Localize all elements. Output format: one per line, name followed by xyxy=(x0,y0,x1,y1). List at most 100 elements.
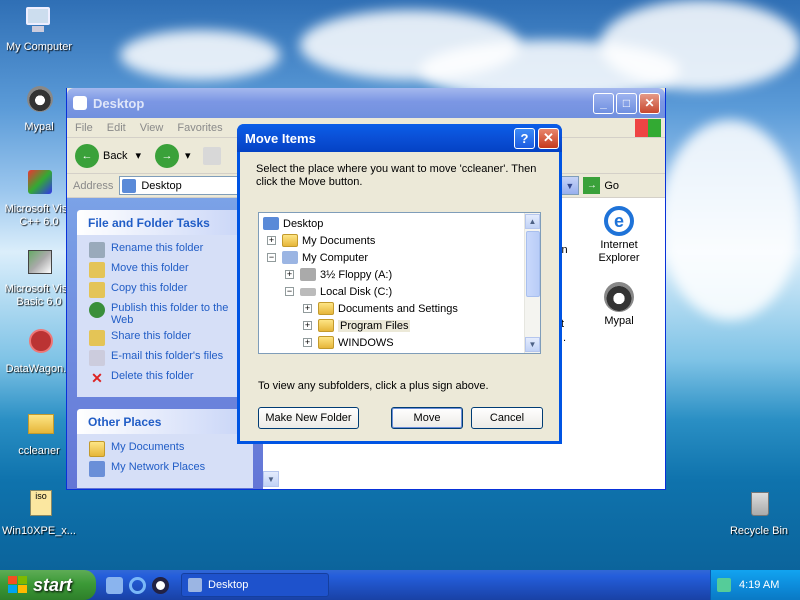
desktop-icon-label: Recycle Bin xyxy=(729,525,789,537)
menu-edit[interactable]: Edit xyxy=(107,122,126,134)
forward-dropdown-icon[interactable]: ▾ xyxy=(185,149,191,162)
show-desktop-icon[interactable] xyxy=(106,576,123,594)
taskbar-task-desktop[interactable]: Desktop xyxy=(181,573,329,597)
tree-item-label: Desktop xyxy=(283,217,324,230)
make-new-folder-button[interactable]: Make New Folder xyxy=(258,407,359,429)
back-dropdown-icon[interactable]: ▾ xyxy=(135,149,141,162)
task-delete[interactable]: ✕ Delete this folder xyxy=(89,370,247,386)
collapse-minus-icon[interactable]: − xyxy=(285,287,294,296)
folder-icon xyxy=(188,578,202,592)
dialog-close-button[interactable]: ✕ xyxy=(538,127,559,149)
address-value: Desktop xyxy=(141,179,182,192)
expand-plus-icon[interactable]: + xyxy=(303,321,312,330)
copy-icon xyxy=(89,282,105,298)
place-my-documents[interactable]: My Documents xyxy=(89,441,247,457)
computer-icon xyxy=(282,251,298,264)
move-button[interactable]: Move xyxy=(391,407,463,429)
desktop-icon-recycle-bin[interactable]: Recycle Bin xyxy=(720,488,798,538)
rename-icon xyxy=(89,242,105,258)
media-player-icon[interactable] xyxy=(152,576,169,594)
desktop-icon-win10xpe[interactable]: iso Win10XPE_x... xyxy=(0,488,78,538)
go-arrow-icon[interactable]: → xyxy=(583,177,601,194)
content-item-mypal[interactable]: Mypal xyxy=(589,282,649,327)
visual-cpp-icon xyxy=(22,166,56,200)
desktop-icon-label: Win10XPE_x... xyxy=(2,525,76,537)
task-email[interactable]: E-mail this folder's files xyxy=(89,350,247,366)
desktop-icon xyxy=(122,178,137,193)
expand-plus-icon[interactable]: + xyxy=(285,270,294,279)
tree-item-my-computer[interactable]: − My Computer xyxy=(267,249,368,266)
maximize-button[interactable]: □ xyxy=(616,92,637,114)
tree-item-desktop[interactable]: Desktop xyxy=(263,215,323,232)
back-label[interactable]: Back xyxy=(103,150,127,162)
menu-view[interactable]: View xyxy=(140,122,164,134)
help-button[interactable]: ? xyxy=(514,127,535,149)
tree-item-my-documents[interactable]: + My Documents xyxy=(267,232,375,249)
tree-item-label: Documents and Settings xyxy=(338,302,458,315)
forward-arrow-icon[interactable]: → xyxy=(155,143,179,168)
expand-plus-icon[interactable]: + xyxy=(267,236,276,245)
scroll-down-icon[interactable]: ▼ xyxy=(525,337,540,352)
tree-scrollbar[interactable]: ▲ ▼ xyxy=(524,213,540,353)
start-label: start xyxy=(33,574,73,595)
dialog-titlebar[interactable]: Move Items ? ✕ xyxy=(237,124,562,152)
tree-item-program-files[interactable]: + Program Files xyxy=(303,317,411,334)
collapse-minus-icon[interactable]: − xyxy=(267,253,276,262)
menu-favorites[interactable]: Favorites xyxy=(177,122,222,134)
task-label: Delete this folder xyxy=(111,370,194,382)
tree-item-label: My Documents xyxy=(302,234,376,247)
up-folder-icon[interactable] xyxy=(202,146,221,165)
content-scrollbar-bottom[interactable]: ▼ xyxy=(263,471,279,487)
task-publish[interactable]: Publish this folder to the Web xyxy=(89,302,247,326)
taskbar: start Desktop 4:19 AM xyxy=(0,570,800,600)
address-dropdown-icon[interactable]: ▼ xyxy=(561,177,579,194)
windows-logo-icon xyxy=(635,118,661,137)
desktop-icon-label: My Computer xyxy=(5,41,73,53)
folder-tree[interactable]: Desktop + My Documents − My Computer + 3… xyxy=(258,212,541,354)
computer-icon xyxy=(22,4,56,38)
folder-icon xyxy=(73,96,87,110)
tree-item-label: Program Files xyxy=(338,319,411,332)
back-arrow-icon[interactable]: ← xyxy=(75,143,99,168)
expand-plus-icon[interactable]: + xyxy=(303,338,312,347)
task-label: E-mail this folder's files xyxy=(111,350,224,362)
start-button[interactable]: start xyxy=(0,570,96,600)
cancel-button[interactable]: Cancel xyxy=(471,407,543,429)
tree-item-windows[interactable]: + WINDOWS xyxy=(303,334,394,351)
desktop-icon-my-computer[interactable]: My Computer xyxy=(0,4,78,54)
desktop-icon xyxy=(263,217,279,230)
places-header[interactable]: Other Places xyxy=(77,409,253,434)
task-move[interactable]: Move this folder xyxy=(89,262,247,278)
minimize-button[interactable]: _ xyxy=(593,92,614,114)
task-rename[interactable]: Rename this folder xyxy=(89,242,247,258)
task-share[interactable]: Share this folder xyxy=(89,330,247,346)
hard-drive-icon xyxy=(300,287,316,296)
content-item-ie[interactable]: e Internet Explorer xyxy=(589,206,649,265)
tree-item-floppy[interactable]: + 3½ Floppy (A:) xyxy=(285,266,392,283)
move-icon xyxy=(89,262,105,278)
address-label: Address xyxy=(73,179,114,192)
network-tray-icon[interactable] xyxy=(717,578,731,592)
folder-icon xyxy=(318,336,334,349)
system-tray: 4:19 AM xyxy=(710,570,800,600)
explorer-titlebar[interactable]: Desktop _ □ ✕ xyxy=(67,88,665,118)
tasks-header[interactable]: File and Folder Tasks xyxy=(77,210,253,235)
internet-explorer-icon: e xyxy=(604,206,634,236)
expand-plus-icon[interactable]: + xyxy=(303,304,312,313)
close-button[interactable]: ✕ xyxy=(639,92,660,114)
place-network[interactable]: My Network Places xyxy=(89,461,247,477)
clock[interactable]: 4:19 AM xyxy=(739,579,779,591)
share-icon xyxy=(89,330,105,346)
tree-item-label: Local Disk (C:) xyxy=(320,285,393,298)
scroll-up-icon[interactable]: ▲ xyxy=(525,214,540,229)
dialog-title: Move Items xyxy=(245,130,316,146)
tree-item-local-disk[interactable]: − Local Disk (C:) xyxy=(285,283,392,300)
menu-file[interactable]: File xyxy=(75,122,93,134)
go-label[interactable]: Go xyxy=(604,180,619,192)
task-label: Copy this folder xyxy=(111,282,188,294)
internet-explorer-icon[interactable] xyxy=(129,576,146,594)
partial-label: . xyxy=(563,332,567,344)
task-copy[interactable]: Copy this folder xyxy=(89,282,247,298)
scroll-thumb[interactable] xyxy=(526,231,540,297)
tree-item-documents-settings[interactable]: + Documents and Settings xyxy=(303,300,458,317)
